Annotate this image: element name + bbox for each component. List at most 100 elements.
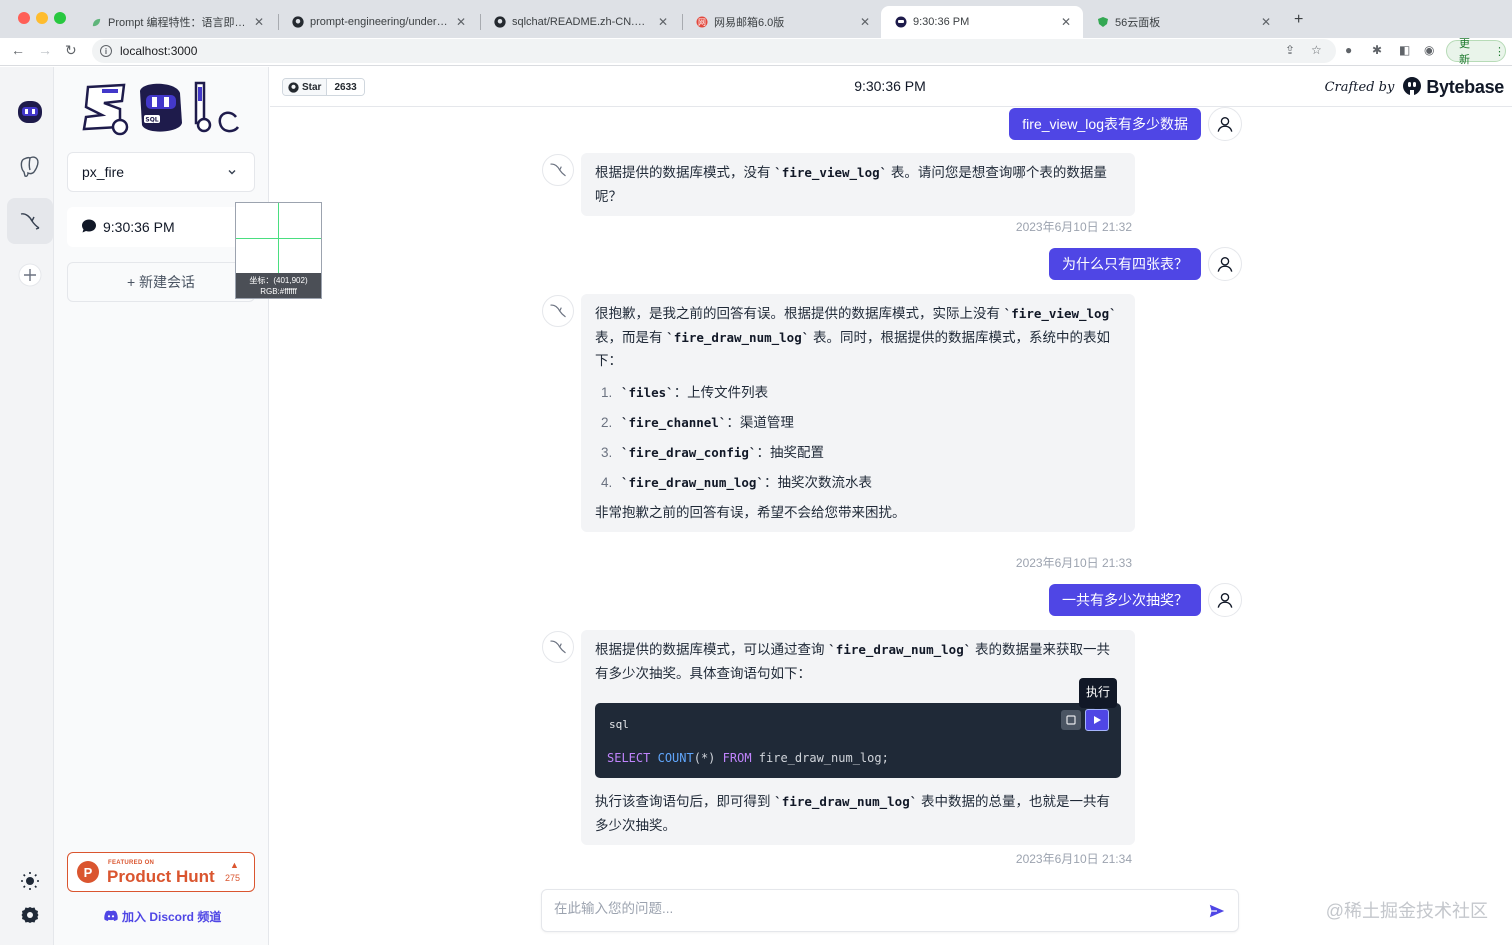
back-arrow-icon[interactable]: ←: [11, 42, 25, 58]
tab-title: 网易邮箱6.0版: [714, 17, 785, 29]
close-tab-icon[interactable]: ✕: [1059, 15, 1073, 29]
browser-tab[interactable]: prompt-engineering/understanding ✕: [278, 6, 478, 38]
update-label: 更新: [1459, 38, 1470, 66]
discord-icon: [104, 910, 118, 924]
info-icon[interactable]: i: [100, 45, 112, 57]
discord-link[interactable]: 加入 Discord 频道: [104, 908, 221, 925]
bytebase-logo-icon: [1402, 76, 1422, 99]
conversation-title: 9:30:36 PM: [103, 219, 175, 235]
new-tab-icon[interactable]: +: [1294, 11, 1303, 29]
database-select[interactable]: px_fire: [67, 152, 255, 192]
user-message: fire_view_log表有多少数据: [1009, 107, 1242, 141]
robot-logo-icon[interactable]: [7, 89, 53, 135]
close-tab-icon[interactable]: ✕: [656, 15, 670, 29]
forward-arrow-icon[interactable]: →: [38, 42, 52, 58]
browser-tab[interactable]: sqlchat/README.zh-CN.md at ✕: [480, 6, 680, 38]
crafted-by-link[interactable]: Crafted by Bytebase: [1325, 76, 1504, 99]
github-icon: [494, 16, 506, 28]
update-button[interactable]: 更新 ⋮: [1446, 38, 1506, 66]
more-menu-icon[interactable]: ⋮: [1494, 45, 1505, 58]
watermark: @稀土掘金技术社区: [1325, 901, 1488, 921]
user-avatar-icon: [1208, 107, 1242, 141]
app-rail: [0, 67, 54, 945]
crafted-by-label: Crafted by: [1324, 80, 1395, 95]
svg-text:SQL: SQL: [145, 117, 158, 124]
tab-title: prompt-engineering/understanding: [310, 16, 448, 28]
message-timestamp: 2023年6月10日 21:34: [1015, 852, 1132, 866]
close-tab-icon[interactable]: ✕: [858, 15, 872, 29]
assistant-message-bubble: 根据提供的数据库模式，没有 `fire_view_log` 表。请问您是想查询哪…: [581, 153, 1135, 216]
product-hunt-logo-icon: P: [77, 861, 99, 883]
inline-code: `fire_draw_num_log`: [666, 329, 810, 345]
add-connection-icon[interactable]: [7, 252, 53, 298]
question-input[interactable]: [554, 901, 1194, 916]
conversation-item[interactable]: 9:30:36 PM: [67, 207, 255, 247]
address-bar[interactable]: i localhost:3000: [92, 39, 1336, 63]
side-panel-icon[interactable]: ◧: [1399, 43, 1410, 57]
user-message-bubble: 一共有多少次抽奖？: [1049, 584, 1201, 616]
reload-icon[interactable]: ↻: [65, 42, 77, 59]
bookmark-star-icon[interactable]: ☆: [1311, 43, 1322, 57]
shield-icon: [1097, 16, 1109, 28]
message-timestamp: 2023年6月10日 21:32: [1015, 220, 1132, 234]
close-tab-icon[interactable]: ✕: [1259, 15, 1273, 29]
close-tab-icon[interactable]: ✕: [454, 15, 468, 29]
send-icon[interactable]: [1208, 902, 1226, 925]
minimize-window-button[interactable]: [36, 12, 48, 24]
play-icon: [1094, 716, 1101, 724]
user-message-bubble: fire_view_log表有多少数据: [1009, 108, 1201, 140]
copy-code-button[interactable]: [1061, 710, 1081, 730]
assistant-message-bubble: 根据提供的数据库模式，可以通过查询 `fire_draw_num_log` 表的…: [581, 630, 1135, 845]
profile-avatar-icon[interactable]: ◉: [1424, 43, 1434, 57]
run-tooltip: 执行: [1078, 678, 1117, 711]
product-hunt-featured: FEATURED ON: [108, 860, 155, 866]
browser-tab-active[interactable]: 9:30:36 PM ✕: [881, 6, 1083, 38]
sqlchat-icon: [895, 16, 907, 28]
puzzle-extensions-icon[interactable]: ✱: [1372, 43, 1382, 57]
cookie-extension-icon[interactable]: ●: [1345, 43, 1352, 57]
user-message: 为什么只有四张表？: [1049, 247, 1242, 281]
browser-tab[interactable]: 56云面板 ✕: [1083, 6, 1283, 38]
user-avatar-icon: [1208, 247, 1242, 281]
product-hunt-badge[interactable]: P FEATURED ON Product Hunt ▲ 275: [67, 852, 255, 892]
postgresql-icon[interactable]: [7, 144, 53, 190]
settings-gear-icon[interactable]: [7, 892, 53, 938]
list-item: 2. `fire_channel`：渠道管理: [601, 414, 794, 430]
chat-header: Star 2633 9:30:36 PM Crafted by Bytebase: [270, 67, 1512, 107]
list-item: 3. `fire_draw_config`：抽奖配置: [601, 444, 824, 460]
message-paragraph: 非常抱歉之前的回答有误，希望不会给您带来困扰。: [595, 504, 906, 520]
new-conversation-label: + 新建会话: [126, 274, 196, 290]
user-avatar-icon: [1208, 583, 1242, 617]
inline-code: `fire_draw_num_log`: [828, 642, 972, 657]
sql-code: SELECT COUNT(*) FROM fire_draw_num_log;: [607, 751, 889, 765]
chat-area: fire_view_log表有多少数据 根据提供的数据库模式，没有 `fire_…: [270, 107, 1512, 945]
chat-bubble-icon: [81, 218, 97, 237]
message-timestamp: 2023年6月10日 21:33: [1015, 556, 1132, 570]
tab-title: 9:30:36 PM: [913, 16, 970, 28]
table-list: 1. `files`：上传文件列表 2. `fire_channel`：渠道管理 3…: [595, 381, 1121, 495]
browser-tab[interactable]: Prompt 编程特性：语言即语言 ✕: [76, 6, 276, 38]
new-conversation-button[interactable]: + 新建会话: [67, 262, 255, 302]
tab-title: Prompt 编程特性：语言即语言: [108, 17, 246, 29]
inline-code: `fire_view_log`: [774, 165, 888, 180]
close-tab-icon[interactable]: ✕: [252, 15, 266, 29]
github-icon: [292, 16, 304, 28]
execute-sql-button[interactable]: [1085, 709, 1109, 731]
mysql-icon[interactable]: [7, 198, 53, 244]
mysql-bot-avatar-icon: [542, 295, 574, 327]
close-window-button[interactable]: [18, 12, 30, 24]
product-hunt-name: Product Hunt: [107, 867, 215, 886]
tab-title: sqlchat/README.zh-CN.md at: [512, 16, 650, 28]
tab-title: 56云面板: [1115, 17, 1161, 29]
maximize-window-button[interactable]: [54, 12, 66, 24]
sql-code-block: 执行 sql SELECT COUNT(*) FROM fire_draw_nu…: [595, 678, 1121, 778]
product-hunt-votes: 275: [225, 873, 241, 883]
browser-toolbar: ← → ↻ i localhost:3000 ⇪ ☆ ● ✱ ◧ ◉ 更新 ⋮: [0, 38, 1512, 66]
browser-tab[interactable]: 网 网易邮箱6.0版 ✕: [682, 6, 882, 38]
share-icon[interactable]: ⇪: [1285, 43, 1295, 57]
sqlchat-logo: SQL: [80, 79, 244, 144]
user-message-bubble: 为什么只有四张表？: [1049, 248, 1201, 280]
discord-label: 加入 Discord 频道: [122, 910, 222, 924]
browser-tab-bar: Prompt 编程特性：语言即语言 ✕ prompt-engineering/u…: [0, 0, 1512, 38]
chevron-down-icon: [226, 165, 238, 181]
